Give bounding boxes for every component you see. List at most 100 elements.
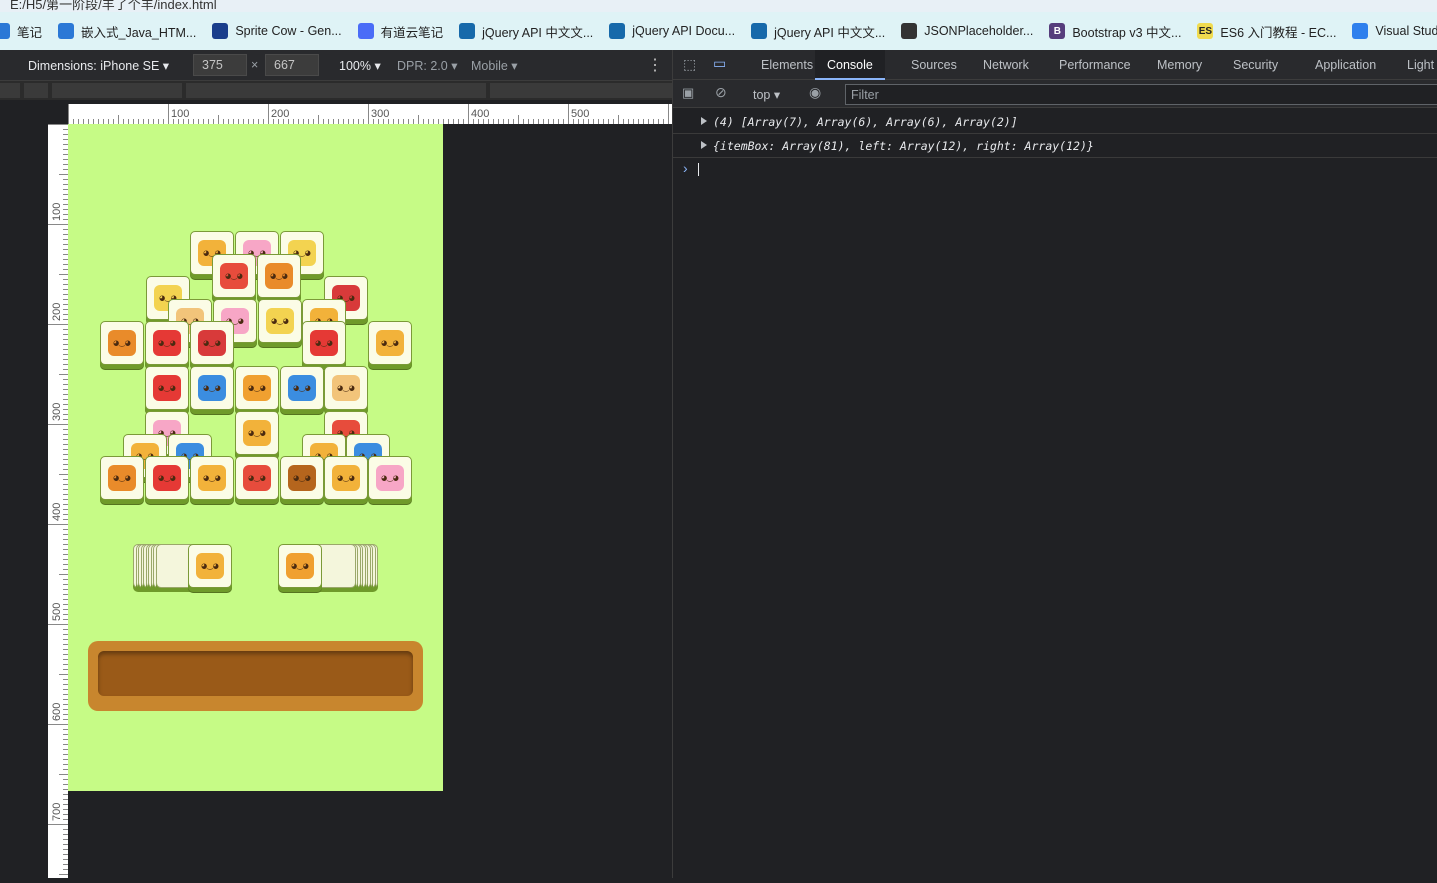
expand-triangle-icon[interactable]: [701, 141, 707, 149]
ruler-label: 600: [51, 703, 63, 721]
jquery-icon: [751, 23, 768, 39]
tile-fries[interactable]: [145, 456, 189, 500]
ruler-label: 700: [51, 803, 63, 821]
tile-cheese[interactable]: [235, 411, 279, 455]
zoom-dropdown[interactable]: 100% ▾: [339, 58, 381, 73]
tile-corndog[interactable]: [100, 321, 144, 365]
corndog-icon: [265, 263, 293, 289]
tile-corndog[interactable]: [257, 254, 301, 298]
tile-shrimp[interactable]: [324, 366, 368, 410]
tab-security[interactable]: Security: [1233, 50, 1278, 80]
cheese-icon: [376, 330, 404, 356]
device-viewport[interactable]: [68, 124, 443, 791]
bookmark-item[interactable]: Visual Studio: [1352, 12, 1437, 50]
image-icon: [212, 23, 229, 39]
soda-icon: [198, 330, 226, 356]
diamond-icon: [58, 23, 75, 39]
tile-soda[interactable]: [190, 321, 234, 365]
devtools-tabbar: ⬚ ▭ Elements Console Sources Network Perform…: [673, 50, 1437, 80]
bookmark-item[interactable]: jQuery API 中文文...: [751, 12, 885, 50]
console-log-entry[interactable]: (4) [Array(7), Array(6), Array(6), Array…: [673, 110, 1437, 134]
dimensions-dropdown[interactable]: Dimensions: iPhone SE ▾: [28, 58, 169, 73]
json-icon: [901, 23, 918, 39]
bookmark-item[interactable]: B Bootstrap v3 中文...: [1049, 12, 1181, 50]
corndog-icon: [108, 330, 136, 356]
right-stack[interactable]: [278, 544, 378, 588]
tab-memory[interactable]: Memory: [1157, 50, 1202, 80]
fries-icon: [153, 465, 181, 491]
media-query-bar[interactable]: [0, 81, 672, 100]
width-input[interactable]: 375: [193, 54, 247, 76]
tile-cheese[interactable]: [190, 456, 234, 500]
bookmark-item[interactable]: ES ES6 入门教程 - EC...: [1197, 12, 1336, 50]
sidebar-toggle-icon[interactable]: ▣: [682, 85, 694, 101]
burger-icon: [288, 465, 316, 491]
cheese-icon: [196, 553, 224, 579]
tab-sources[interactable]: Sources: [911, 50, 957, 80]
tile-cup[interactable]: [280, 366, 324, 410]
tile-burger[interactable]: [280, 456, 324, 500]
tile-chips[interactable]: [258, 299, 302, 343]
horizontal-ruler: 100 200 300 400 500: [68, 104, 672, 124]
times-sign: ×: [251, 58, 259, 72]
console-log-entry[interactable]: {itemBox: Array(81), left: Array(12), ri…: [673, 134, 1437, 158]
bookmark-item[interactable]: 有道云笔记: [357, 12, 443, 50]
tile-fries[interactable]: [145, 321, 189, 365]
tab-network[interactable]: Network: [983, 50, 1029, 80]
ruler-label: 300: [371, 108, 389, 120]
cup-icon: [288, 375, 316, 401]
tile-cup[interactable]: [190, 366, 234, 410]
waffle-icon: [286, 553, 314, 579]
console-prompt[interactable]: ›: [683, 160, 699, 176]
bookmark-item[interactable]: 嵌入式_Java_HTM...: [58, 12, 196, 50]
tile-fries[interactable]: [145, 366, 189, 410]
stack-top-tile-waffle[interactable]: [278, 544, 322, 588]
ruler-label: 200: [271, 108, 289, 120]
tab-performance[interactable]: Performance: [1059, 50, 1131, 80]
height-input[interactable]: 667: [265, 54, 319, 76]
left-stack[interactable]: [133, 544, 233, 588]
more-options-icon[interactable]: ⋮: [647, 55, 663, 75]
bootstrap-icon: B: [1049, 23, 1066, 39]
inspect-element-icon[interactable]: ⬚: [683, 56, 696, 73]
eye-icon[interactable]: ◉: [809, 84, 821, 101]
tile-popcorn[interactable]: [235, 456, 279, 500]
expand-triangle-icon[interactable]: [701, 117, 707, 125]
fries-icon: [310, 330, 338, 356]
tab-application[interactable]: Application: [1315, 50, 1376, 80]
context-selector[interactable]: top ▾: [753, 87, 780, 102]
tile-fries[interactable]: [302, 321, 346, 365]
cheese-icon: [198, 465, 226, 491]
ruler-label: 200: [51, 303, 63, 321]
clear-console-icon[interactable]: ⊘: [715, 84, 727, 101]
bookmark-item[interactable]: JSONPlaceholder...: [901, 12, 1033, 50]
url-text: E:/H5/第一阶段/羊了个羊/index.html: [10, 0, 217, 12]
filter-input[interactable]: Filter: [845, 84, 1437, 105]
tile-waffle[interactable]: [235, 366, 279, 410]
tile-tray: [88, 641, 423, 711]
bookmark-item[interactable]: Sprite Cow - Gen...: [212, 12, 342, 50]
ruler-label: 100: [51, 203, 63, 221]
tab-light[interactable]: Light: [1407, 50, 1434, 80]
device-toggle-icon[interactable]: ▭: [713, 55, 726, 72]
tile-corndog[interactable]: [100, 456, 144, 500]
stack-top-tile-cheese[interactable]: [188, 544, 232, 588]
shrimp-icon: [332, 375, 360, 401]
bookmark-item[interactable]: jQuery API Docu...: [609, 12, 735, 50]
mode-dropdown[interactable]: Mobile ▾: [471, 58, 518, 73]
cheese-icon: [332, 465, 360, 491]
bookmark-item[interactable]: 笔记: [0, 12, 42, 50]
tab-console[interactable]: Console: [815, 50, 885, 80]
tile-cheese[interactable]: [324, 456, 368, 500]
tile-popcorn[interactable]: [212, 254, 256, 298]
vertical-ruler: 100 200 300 400 500 600 700: [48, 124, 68, 878]
dpr-dropdown[interactable]: DPR: 2.0 ▾: [397, 58, 457, 73]
tile-cheese[interactable]: [368, 321, 412, 365]
fries-icon: [153, 330, 181, 356]
bookmark-item[interactable]: jQuery API 中文文...: [459, 12, 593, 50]
tab-elements[interactable]: Elements: [761, 50, 813, 80]
fries-icon: [153, 375, 181, 401]
ruler-label: 500: [51, 603, 63, 621]
tile-donut[interactable]: [368, 456, 412, 500]
es-icon: ES: [1197, 23, 1214, 39]
